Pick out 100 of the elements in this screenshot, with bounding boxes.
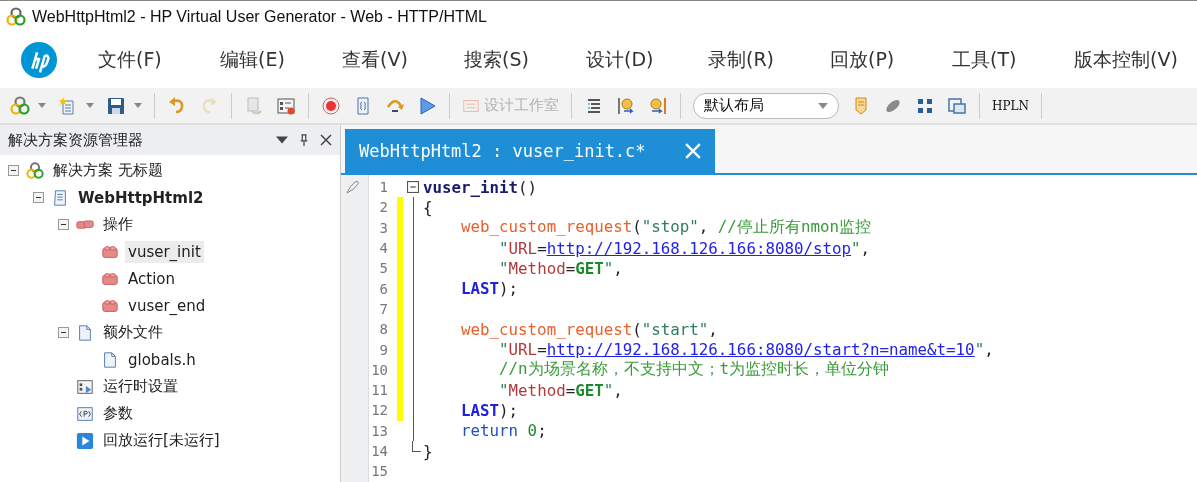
hpln-button[interactable]: HPLN xyxy=(992,98,1029,113)
windows-icon[interactable] xyxy=(947,95,967,116)
panel-title: 解决方案资源管理器 xyxy=(8,130,144,150)
function-call: web_custom_request xyxy=(461,319,633,339)
line-number: 12 xyxy=(370,402,388,419)
hp-logo-icon xyxy=(20,41,58,79)
code-text: , xyxy=(708,319,718,339)
record-icon[interactable] xyxy=(321,95,341,116)
caret-icon[interactable] xyxy=(38,103,46,108)
code-text: , xyxy=(613,258,623,278)
solution-icon[interactable] xyxy=(10,95,30,116)
code-text: } xyxy=(423,441,433,461)
string-key: Method xyxy=(508,258,566,278)
string-literal: " xyxy=(603,258,614,278)
code-text: , xyxy=(613,380,623,400)
document-icon xyxy=(76,323,94,342)
close-icon[interactable] xyxy=(320,134,332,146)
url-link[interactable]: http://192.168.126.166:8080/stop xyxy=(546,238,851,258)
code-text: = xyxy=(565,258,576,278)
function-name: vuser_init xyxy=(423,177,519,197)
tree-item[interactable]: vuser_init xyxy=(125,240,204,263)
string-literal: " xyxy=(499,340,509,359)
editor-tab[interactable]: WebHttpHtml2 : vuser_init.c* xyxy=(345,129,715,173)
string-literal: " xyxy=(974,340,985,359)
tree-item[interactable]: 解决方案 无标题 xyxy=(50,159,166,182)
collapse-toggle-icon[interactable] xyxy=(8,165,19,176)
menu-item[interactable]: 回放(P) xyxy=(830,47,952,73)
document-icon xyxy=(101,350,119,369)
string-value: GET xyxy=(575,258,604,278)
caret-icon[interactable] xyxy=(86,103,94,108)
string-literal: " xyxy=(499,258,509,278)
line-number: 7 xyxy=(378,300,388,317)
collapse-toggle-icon[interactable] xyxy=(33,192,44,203)
keyword: return xyxy=(461,421,519,441)
pen-icon xyxy=(345,179,361,195)
clock-import-icon[interactable] xyxy=(616,95,636,116)
menu-item[interactable]: 查看(V) xyxy=(342,47,464,73)
menu-item[interactable]: 搜索(S) xyxy=(464,47,586,73)
tree-item[interactable]: globals.h xyxy=(125,348,199,371)
line-number: 3 xyxy=(378,219,388,236)
save-icon[interactable] xyxy=(106,95,126,116)
code-text: ; xyxy=(537,421,547,441)
menu-item[interactable]: 文件(F) xyxy=(98,47,220,73)
tree-item[interactable]: Action xyxy=(125,267,178,290)
string-key: URL xyxy=(508,238,538,258)
code-text: = xyxy=(537,340,547,359)
parameters-icon xyxy=(76,404,94,423)
play-icon xyxy=(76,431,94,450)
window-title: WebHttpHtml2 - HP Virtual User Generator - Web - HTTP/HTML xyxy=(32,7,487,26)
keyword: LAST xyxy=(461,400,500,420)
collapse-toggle-icon[interactable] xyxy=(58,327,69,338)
menu-item[interactable]: 编辑(E) xyxy=(220,47,342,73)
app-logo-icon xyxy=(6,6,26,27)
pin-icon[interactable] xyxy=(298,134,310,146)
fold-toggle-icon[interactable] xyxy=(407,181,419,194)
code-comment: //n为场景名称，不支持中文；t为监控时长，单位分钟 xyxy=(499,359,890,379)
menu-item[interactable]: 录制(R) xyxy=(708,47,830,73)
tree-item[interactable]: 额外文件 xyxy=(100,321,166,344)
runtime-settings-icon[interactable] xyxy=(276,95,296,116)
dropdown-icon[interactable] xyxy=(276,134,288,146)
code-text: () xyxy=(518,177,538,197)
tree-item[interactable]: WebHttpHtml2 xyxy=(75,186,207,209)
url-link[interactable]: http://192.168.126.166:8080/start?n=name&t=10 xyxy=(546,340,975,359)
caret-icon xyxy=(818,102,828,109)
line-number: 15 xyxy=(370,463,388,480)
string-literal: " xyxy=(499,238,509,258)
play-icon[interactable] xyxy=(417,95,437,116)
tree-item[interactable]: 回放运行[未运行] xyxy=(100,429,223,452)
code-text: , xyxy=(698,217,710,237)
menu-item[interactable]: 工具(T) xyxy=(952,47,1074,73)
code-text: ); xyxy=(499,279,519,299)
string-literal: " xyxy=(603,380,614,400)
collapse-toggle-icon[interactable] xyxy=(58,219,69,230)
tree-item[interactable]: 参数 xyxy=(100,402,136,425)
code-text: , xyxy=(984,340,994,359)
string-literal: "start" xyxy=(641,319,709,339)
tree-item[interactable]: 操作 xyxy=(100,213,136,236)
string-literal: " xyxy=(499,380,509,400)
code-text: = xyxy=(565,380,576,400)
string-key: URL xyxy=(508,340,538,359)
tree-item[interactable]: 运行时设置 xyxy=(100,375,181,398)
code-text: , xyxy=(860,238,871,258)
string-key: Method xyxy=(508,380,566,400)
menu-item[interactable]: 设计(D) xyxy=(586,47,708,73)
code-text: ( xyxy=(632,217,642,237)
code-text: = xyxy=(537,238,547,258)
line-number: 5 xyxy=(378,260,388,277)
clock-export-icon[interactable] xyxy=(648,95,668,116)
number-literal: 0 xyxy=(527,421,538,441)
code-comment: //停止所有nmon监控 xyxy=(717,217,871,237)
settings-icon xyxy=(76,377,94,396)
layout-dropdown[interactable]: 默认布局 xyxy=(693,92,839,119)
solution-icon xyxy=(26,161,44,180)
line-number: 10 xyxy=(370,361,388,378)
line-number: 8 xyxy=(378,321,388,338)
line-number: 13 xyxy=(370,422,388,439)
line-number: 14 xyxy=(370,443,388,459)
tree-item[interactable]: vuser_end xyxy=(125,294,209,317)
caret-icon[interactable] xyxy=(134,103,142,108)
menu-item[interactable]: 版本控制(V) xyxy=(1074,47,1196,73)
